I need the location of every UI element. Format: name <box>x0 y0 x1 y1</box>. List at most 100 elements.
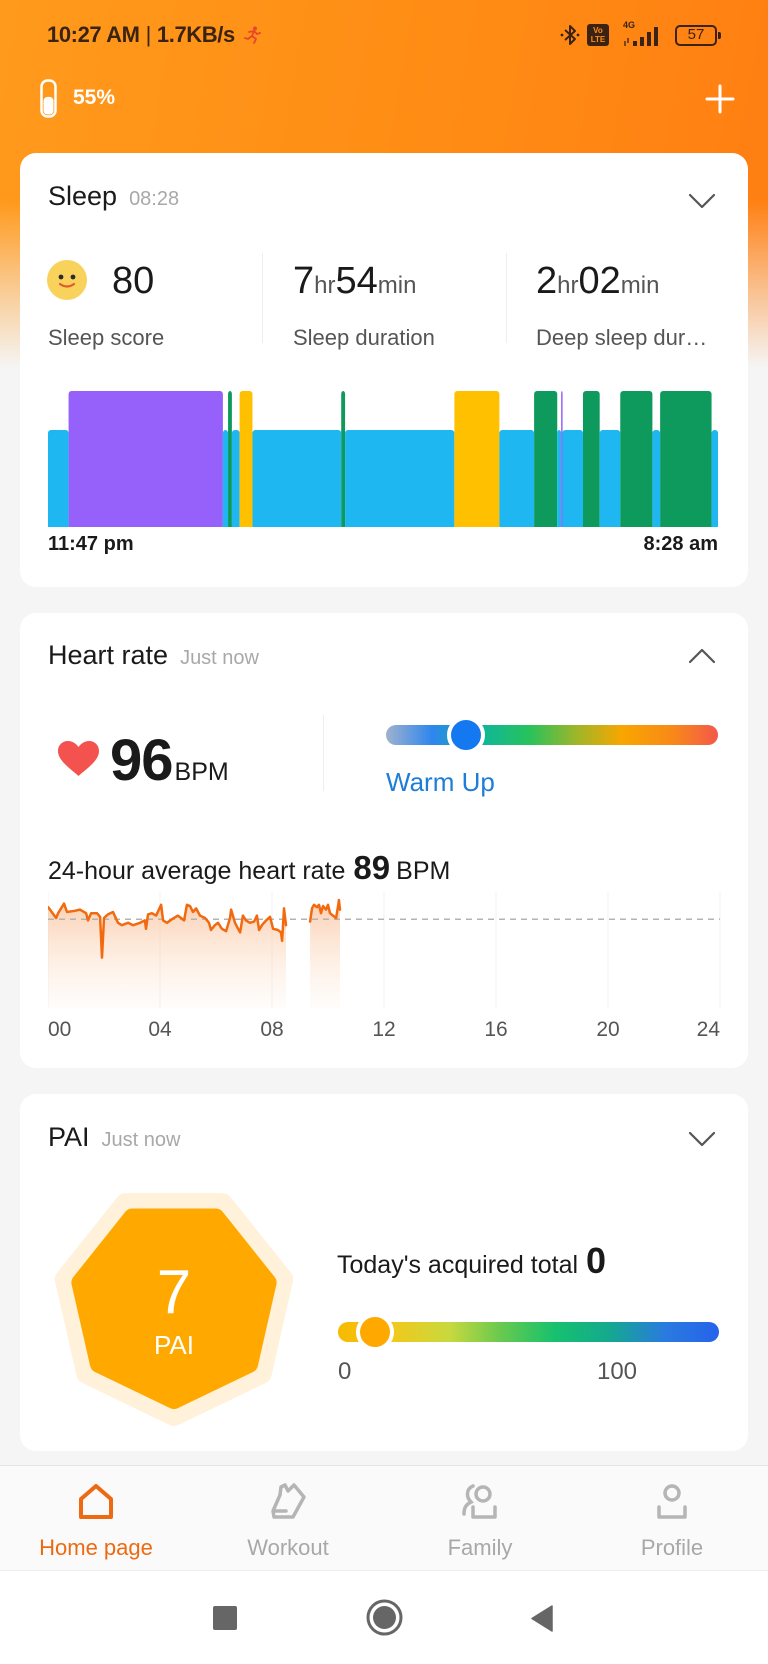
duration-hours-unit: hr <box>314 272 336 299</box>
divider <box>506 253 507 343</box>
sleep-stage-bar-deep <box>68 391 223 527</box>
pai-progress-bar <box>338 1313 719 1351</box>
sleep-stage-bar-rem <box>660 391 712 527</box>
nav-family[interactable]: Family <box>384 1466 576 1570</box>
sleep-card-header: Sleep 08:28 <box>48 181 179 212</box>
deep-sleep-label: Deep sleep dur… <box>536 325 708 350</box>
nav-family-label: Family <box>447 1535 513 1560</box>
sleep-stage-bar-rem <box>341 391 346 527</box>
smiley-icon <box>47 260 87 300</box>
duration-minutes-unit: min <box>377 272 417 299</box>
pai-card[interactable]: PAI Just now 7 PAI Today's acquired tota… <box>20 1094 748 1451</box>
band-battery-level: 55% <box>73 86 116 109</box>
sleep-stage-bar-awake <box>239 391 253 527</box>
pai-today-label: Today's acquired total <box>337 1251 579 1279</box>
sleep-stage-bar-light <box>48 430 69 527</box>
sleep-score-value: 80 <box>112 257 154 305</box>
sleep-stage-chart[interactable] <box>48 391 718 527</box>
chevron-up-icon[interactable] <box>688 648 716 664</box>
heart-rate-zone-label: Warm Up <box>386 767 495 797</box>
sleep-stage-bar-light <box>345 430 455 527</box>
signal-icon: 4G <box>623 20 663 47</box>
x-tick-label: 04 <box>148 1018 172 1041</box>
chevron-down-icon[interactable] <box>688 193 716 209</box>
recents-button[interactable] <box>213 1606 237 1630</box>
band-icon[interactable] <box>40 79 57 118</box>
system-navigation-bar <box>0 1571 768 1664</box>
deep-sleep-value: 2 hr 02 min <box>536 257 659 305</box>
home-icon <box>79 1484 113 1519</box>
shoe-icon <box>271 1483 306 1519</box>
volte-icon: Vo LTE <box>587 24 609 46</box>
sleep-stage-bar-light <box>711 430 718 527</box>
nav-profile[interactable]: Profile <box>576 1466 768 1570</box>
heart-rate-zone-indicator <box>446 716 485 754</box>
sleep-stage-bar-light <box>499 430 535 527</box>
nav-workout[interactable]: Workout <box>192 1466 384 1570</box>
sleep-end-time: 8:28 am <box>643 533 719 555</box>
pai-label: PAI <box>154 1330 194 1360</box>
status-bar-left: 10:27 AM | 1.7KB/s <box>47 21 262 49</box>
heart-rate-chart[interactable]: 00 04 08 12 16 20 24 <box>48 888 724 1048</box>
heart-rate-title: Heart rate <box>48 640 169 670</box>
average-unit: BPM <box>396 857 451 885</box>
sleep-stage-bar-light <box>652 430 661 527</box>
sleep-duration-value: 7 hr 54 min <box>293 257 416 305</box>
pai-today-value: 0 <box>586 1240 607 1281</box>
sleep-stage-bar-rem <box>534 391 558 527</box>
sleep-start-time: 11:47 pm <box>48 533 134 555</box>
battery-icon: 57 <box>675 24 721 46</box>
sleep-card[interactable]: Sleep 08:28 80 Sleep score 7 hr 54 min S… <box>20 153 748 587</box>
chevron-down-icon[interactable] <box>688 1131 716 1147</box>
average-value: 89 <box>353 849 391 886</box>
sleep-duration-label: Sleep duration <box>293 325 435 350</box>
heart-rate-zone-bar <box>386 716 718 754</box>
duration-minutes: 54 <box>335 260 378 302</box>
sleep-score-label: Sleep score <box>48 325 165 350</box>
sleep-time: 08:28 <box>129 188 180 210</box>
sleep-stage-bar-light <box>599 430 621 527</box>
x-tick-label: 20 <box>596 1018 619 1041</box>
x-tick-label: 16 <box>484 1018 507 1041</box>
average-heart-rate: 24-hour average heart rate 89 BPM <box>48 849 450 887</box>
sleep-stage-bar-awake <box>454 391 500 527</box>
signal-bars-icon <box>624 27 658 46</box>
running-icon <box>243 26 261 44</box>
deep-hours-unit: hr <box>557 272 579 299</box>
home-button[interactable] <box>366 1599 403 1636</box>
pai-value: 7 <box>156 1258 192 1327</box>
status-time: 10:27 AM <box>47 22 140 47</box>
sleep-stage-bar-light <box>231 430 240 527</box>
sleep-stage-bar-rem <box>620 391 653 527</box>
heart-rate-card[interactable]: Heart rate Just now 96 BPM Warm Up 24-ho… <box>20 613 748 1068</box>
heart-rate-unit: BPM <box>174 758 229 786</box>
deep-hours: 2 <box>536 260 558 302</box>
nav-home-label: Home page <box>39 1535 153 1560</box>
back-button[interactable] <box>530 1605 553 1632</box>
sleep-score-number: 80 <box>112 260 155 302</box>
volte-top: Vo <box>593 26 603 35</box>
volte-bottom: LTE <box>590 35 606 44</box>
deep-minutes: 02 <box>578 260 621 302</box>
heart-icon <box>58 741 99 776</box>
sleep-stage-bar-light <box>252 430 342 527</box>
divider <box>262 253 263 343</box>
nav-profile-label: Profile <box>640 1535 704 1560</box>
battery-level: 57 <box>687 25 705 43</box>
x-tick-label: 12 <box>372 1018 395 1041</box>
family-icon <box>462 1484 497 1519</box>
status-separator: | <box>145 22 152 47</box>
sleep-title: Sleep <box>48 181 118 211</box>
heart-rate-number: 96 <box>110 728 174 793</box>
nav-home[interactable]: Home page <box>0 1466 192 1570</box>
pai-scale-max: 100 <box>596 1358 638 1385</box>
sleep-stage-bar-light <box>557 430 562 527</box>
sleep-stage-bar-rem <box>228 391 232 527</box>
profile-icon <box>657 1484 687 1519</box>
sleep-stage-bar-light <box>222 430 229 527</box>
sleep-stage-bar-rem <box>582 391 600 527</box>
add-button[interactable] <box>705 84 735 114</box>
bluetooth-icon <box>560 25 580 45</box>
heart-rate-header: Heart rate Just now <box>48 640 259 671</box>
sleep-stage-bar-light <box>562 430 583 527</box>
